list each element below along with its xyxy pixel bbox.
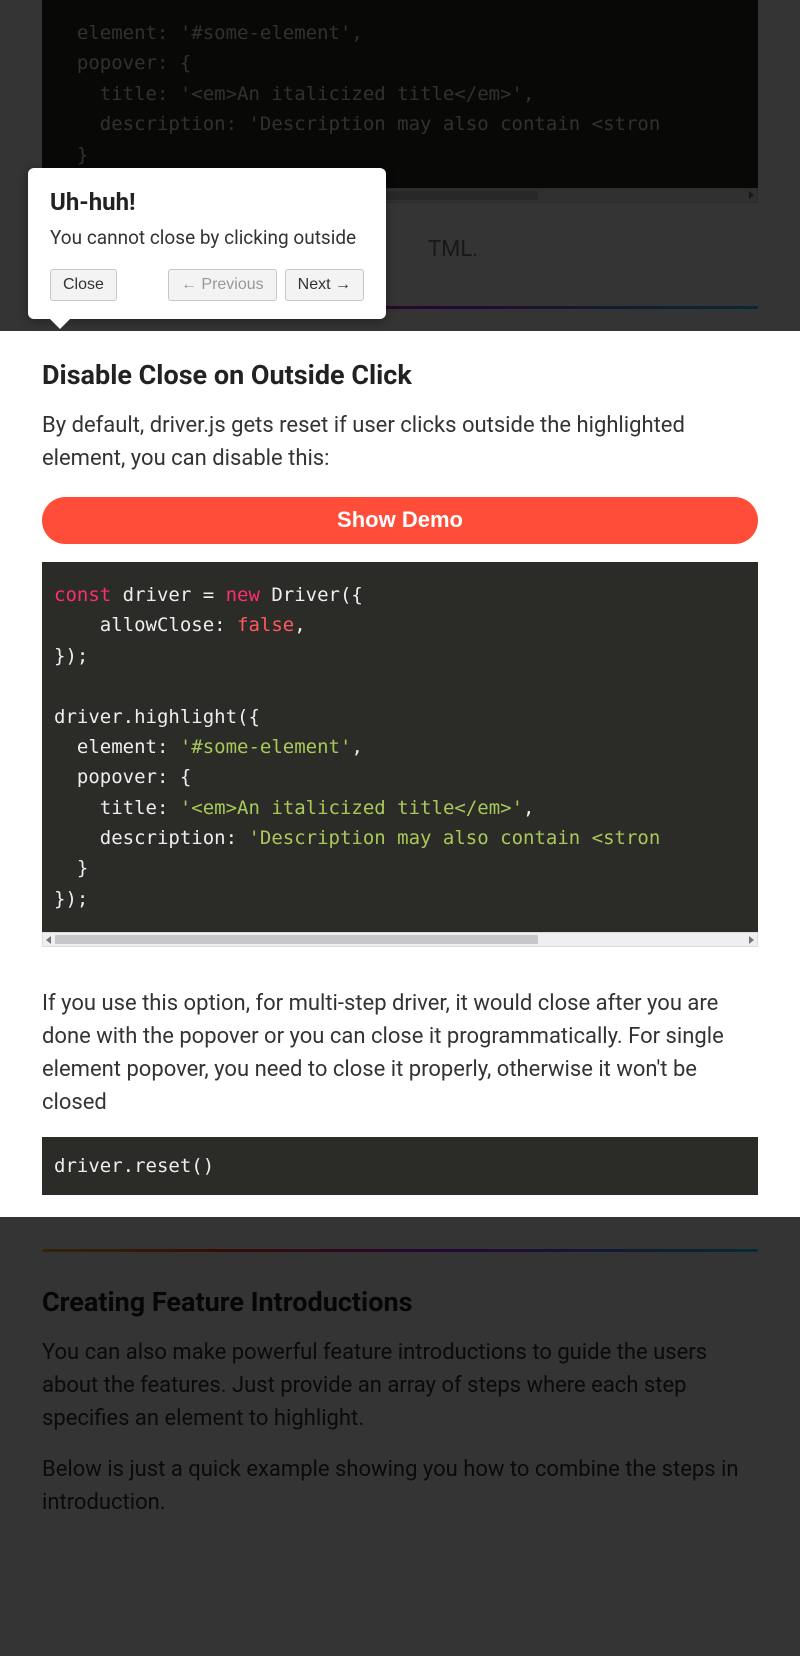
show-demo-button[interactable]: Show Demo <box>42 497 758 544</box>
section-heading: Disable Close on Outside Click <box>42 359 758 391</box>
previous-button[interactable]: ← Previous <box>168 269 277 301</box>
popover-description: You cannot close by clicking outside <box>50 226 364 249</box>
feature-p2: Below is just a quick example showing yo… <box>42 1453 758 1519</box>
feature-p1: You can also make powerful feature intro… <box>42 1336 758 1435</box>
horizontal-scrollbar[interactable] <box>42 932 758 947</box>
feature-heading: Creating Feature Introductions <box>42 1286 758 1318</box>
driver-popover: Uh-huh! You cannot close by clicking out… <box>28 168 386 319</box>
section-intro: By default, driver.js gets reset if user… <box>42 409 758 475</box>
code-block-main: const driver = new Driver({ allowClose: … <box>42 562 758 932</box>
code-block-reset: driver.reset() <box>42 1137 758 1195</box>
next-button[interactable]: Next → <box>285 269 364 301</box>
disable-close-section: Disable Close on Outside Click By defaul… <box>0 331 800 1217</box>
popover-title: Uh-huh! <box>50 188 364 216</box>
close-button[interactable]: Close <box>50 269 117 301</box>
section-note: If you use this option, for multi-step d… <box>42 987 758 1119</box>
divider <box>42 1249 758 1252</box>
code-block-top: element: '#some-element', popover: { tit… <box>42 0 758 188</box>
